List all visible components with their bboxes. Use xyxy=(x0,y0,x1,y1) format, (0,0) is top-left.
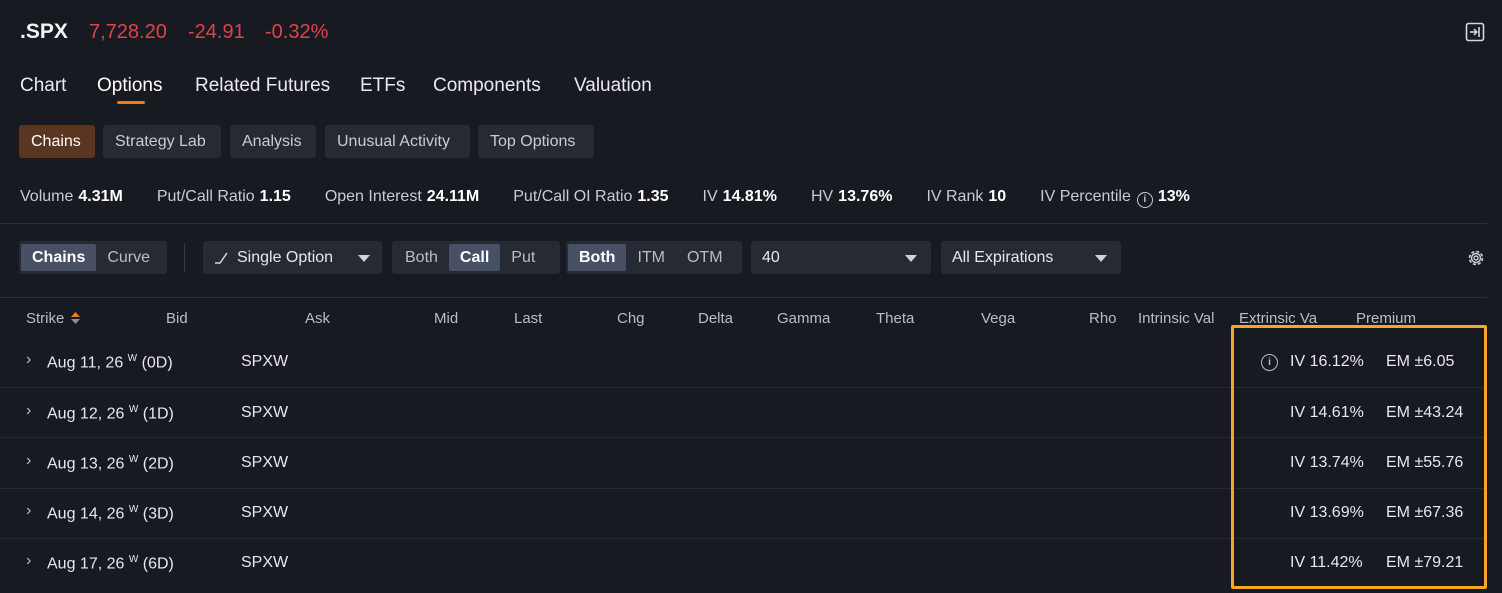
info-icon[interactable]: i xyxy=(1136,192,1153,208)
ticker-symbol: .SPX xyxy=(20,20,68,43)
stat-iv-percentile: IV Percentile i 13% xyxy=(1040,188,1190,208)
last-price: 7,728.20 xyxy=(89,21,167,43)
price-change-pct: -0.32% xyxy=(265,21,329,43)
stats-bar: Volume 4.31M Put/Call Ratio 1.15 Open Inte… xyxy=(20,188,1224,208)
stat-put-call-oi-ratio: Put/Call OI Ratio 1.35 xyxy=(513,188,669,205)
money-itm-button[interactable]: ITM xyxy=(626,244,676,271)
stat-put-call-ratio: Put/Call Ratio 1.15 xyxy=(156,188,291,205)
price-change: -24.91 xyxy=(188,21,245,43)
root-symbol: SPXW xyxy=(241,404,289,421)
chevron-right-icon[interactable]: › xyxy=(26,402,31,420)
col-rho[interactable]: Rho xyxy=(1089,310,1117,327)
chevron-right-icon[interactable]: › xyxy=(26,452,31,470)
exit-icon[interactable] xyxy=(1465,22,1485,42)
root-symbol: SPXW xyxy=(241,353,289,370)
chevron-right-icon[interactable]: › xyxy=(26,552,31,570)
col-delta[interactable]: Delta xyxy=(698,310,733,327)
expirations-value: All Expirations xyxy=(952,249,1054,266)
root-symbol: SPXW xyxy=(241,454,289,471)
stat-iv-rank: IV Rank 10 xyxy=(926,188,1007,205)
root-symbol: SPXW xyxy=(241,554,289,571)
divider xyxy=(0,297,1487,298)
tab-related-futures[interactable]: Related Futures xyxy=(195,75,330,97)
stat-hv: HV 13.76% xyxy=(810,188,893,205)
expirations-dropdown[interactable]: All Expirations xyxy=(941,241,1121,274)
tab-options[interactable]: Options xyxy=(97,75,162,97)
tab-valuation[interactable]: Valuation xyxy=(574,75,652,97)
sort-icon xyxy=(70,312,80,324)
strategy-value: Single Option xyxy=(237,249,334,266)
moneyness-toggle: Both ITM OTM xyxy=(566,241,742,274)
strategy-dropdown[interactable]: Single Option xyxy=(203,241,382,274)
view-chains-button[interactable]: Chains xyxy=(21,244,97,271)
tab-etfs[interactable]: ETFs xyxy=(360,75,405,97)
divider xyxy=(0,223,1487,224)
col-chg[interactable]: Chg xyxy=(617,310,645,327)
active-tab-indicator xyxy=(117,101,145,104)
expiry-date: Aug 12, 26 W (1D) xyxy=(47,404,174,423)
col-gamma[interactable]: Gamma xyxy=(777,310,830,327)
money-otm-button[interactable]: OTM xyxy=(676,244,734,271)
subtab-analysis[interactable]: Analysis xyxy=(230,125,316,158)
col-theta[interactable]: Theta xyxy=(876,310,914,327)
stat-open-interest: Open Interest 24.11M xyxy=(324,188,480,205)
tab-chart[interactable]: Chart xyxy=(20,75,66,97)
view-curve-button[interactable]: Curve xyxy=(96,244,161,271)
subtab-strategy-lab[interactable]: Strategy Lab xyxy=(103,125,221,158)
chevron-down-icon xyxy=(358,255,370,262)
view-toggle: Chains Curve xyxy=(19,241,167,274)
subtab-chains[interactable]: Chains xyxy=(19,125,95,158)
chevron-down-icon xyxy=(1095,255,1107,262)
side-both-button[interactable]: Both xyxy=(394,244,449,271)
subtab-top-options[interactable]: Top Options xyxy=(478,125,594,158)
chevron-right-icon[interactable]: › xyxy=(26,351,31,369)
expiry-date: Aug 14, 26 W (3D) xyxy=(47,504,174,523)
tab-components[interactable]: Components xyxy=(433,75,541,97)
stat-volume: Volume 4.31M xyxy=(20,188,123,205)
root-symbol: SPXW xyxy=(241,504,289,521)
expiry-date: Aug 13, 26 W (2D) xyxy=(47,454,174,473)
col-mid[interactable]: Mid xyxy=(434,310,458,327)
stat-iv: IV 14.81% xyxy=(702,188,777,205)
strikes-value: 40 xyxy=(762,249,780,266)
col-bid[interactable]: Bid xyxy=(166,310,188,327)
expiry-date: Aug 11, 26 W (0D) xyxy=(47,353,173,372)
side-toggle: Both Call Put xyxy=(392,241,560,274)
chevron-right-icon[interactable]: › xyxy=(26,502,31,520)
col-intrinsic-value[interactable]: Intrinsic Val xyxy=(1138,310,1217,327)
strikes-dropdown[interactable]: 40 xyxy=(751,241,931,274)
chevron-down-icon xyxy=(905,255,917,262)
highlight-box xyxy=(1231,325,1487,589)
divider xyxy=(184,243,185,272)
col-ask[interactable]: Ask xyxy=(305,310,330,327)
single-option-icon xyxy=(215,252,228,264)
col-strike[interactable]: Strike xyxy=(26,310,80,327)
col-last[interactable]: Last xyxy=(514,310,542,327)
side-put-button[interactable]: Put xyxy=(500,244,546,271)
money-both-button[interactable]: Both xyxy=(568,244,627,271)
gear-icon[interactable] xyxy=(1466,248,1486,268)
subtab-unusual-activity[interactable]: Unusual Activity xyxy=(325,125,470,158)
side-call-button[interactable]: Call xyxy=(448,244,501,271)
col-vega[interactable]: Vega xyxy=(981,310,1015,327)
expiry-date: Aug 17, 26 W (6D) xyxy=(47,554,174,573)
